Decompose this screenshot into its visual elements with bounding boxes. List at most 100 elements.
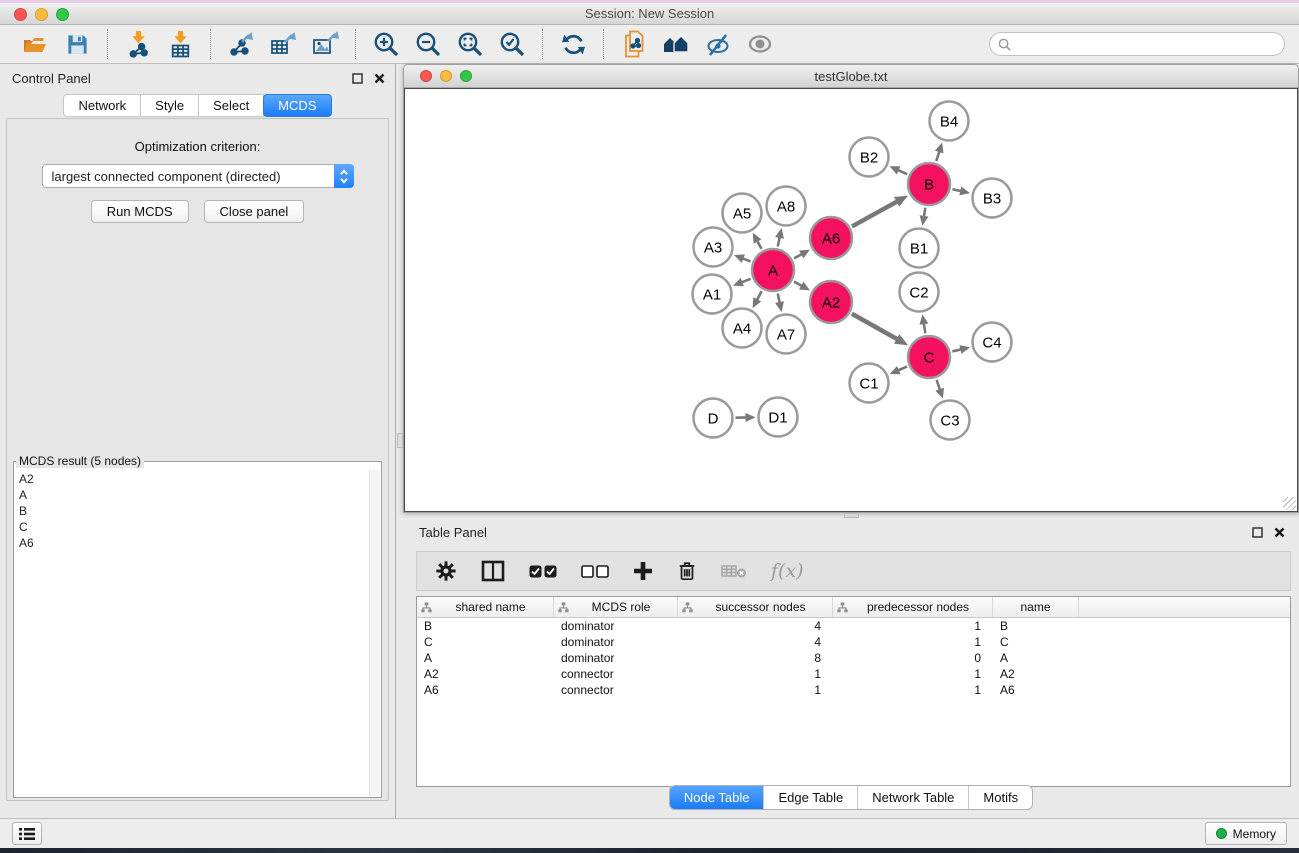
cell-MCDS-role[interactable]: connector [554, 683, 678, 697]
delete-entry-icon[interactable] [677, 560, 697, 582]
cell-MCDS-role[interactable]: connector [554, 667, 678, 681]
result-item[interactable]: A6 [19, 535, 364, 551]
export-image-icon[interactable] [309, 28, 341, 60]
zoom-out-icon[interactable] [412, 28, 444, 60]
app-titlebar: Session: New Session [0, 0, 1299, 25]
result-item[interactable]: A2 [19, 471, 364, 487]
cell-successor-nodes[interactable]: 4 [678, 619, 833, 633]
memory-button[interactable]: Memory [1205, 822, 1287, 845]
close-panel-button[interactable]: Close panel [204, 200, 305, 223]
save-session-icon[interactable] [61, 28, 93, 60]
table-row: Bdominator41B [417, 618, 1290, 634]
node-label-D1: D1 [768, 410, 787, 427]
cell-name[interactable]: C [993, 635, 1079, 649]
network-canvas[interactable]: B4B2BB3A8A5A6A3B1AA1C2A2A4A7C4CC1C3DD1 [405, 89, 1299, 513]
close-table-panel-icon[interactable] [1274, 525, 1285, 543]
import-network-icon[interactable] [122, 28, 154, 60]
hide-selected-icon[interactable] [702, 28, 734, 60]
deselect-all-checks-icon[interactable] [581, 565, 609, 578]
zoom-selected-icon[interactable] [496, 28, 528, 60]
run-mcds-button[interactable]: Run MCDS [91, 200, 189, 223]
show-all-icon[interactable] [744, 28, 776, 60]
cell-shared-name[interactable]: C [417, 635, 554, 649]
cell-shared-name[interactable]: B [417, 619, 554, 633]
export-network-icon[interactable] [225, 28, 257, 60]
table-settings-icon[interactable] [435, 560, 457, 582]
cell-successor-nodes[interactable]: 1 [678, 683, 833, 697]
tab-motifs[interactable]: Motifs [968, 786, 1032, 809]
cell-shared-name[interactable]: A6 [417, 683, 554, 697]
cell-shared-name[interactable]: A2 [417, 667, 554, 681]
control-panel-title: Control Panel [12, 71, 91, 86]
tab-edge-table[interactable]: Edge Table [763, 786, 857, 809]
search-input[interactable] [1016, 36, 1276, 52]
task-history-button[interactable] [12, 822, 42, 845]
cell-name[interactable]: B [993, 619, 1079, 633]
edge-A6-B[interactable] [852, 201, 898, 227]
table-body: Bdominator41BCdominator41CAdominator80AA… [417, 618, 1290, 698]
cell-MCDS-role[interactable]: dominator [554, 619, 678, 633]
cell-successor-nodes[interactable]: 8 [678, 651, 833, 665]
tab-mcds[interactable]: MCDS [263, 94, 331, 117]
close-panel-icon[interactable] [374, 71, 385, 89]
column-header-name[interactable]: name [993, 597, 1079, 617]
float-table-panel-icon[interactable] [1252, 525, 1263, 543]
cell-predecessor-nodes[interactable]: 1 [833, 635, 993, 649]
float-panel-icon[interactable] [352, 71, 363, 89]
network-canvas-frame: B4B2BB3A8A5A6A3B1AA1C2A2A4A7C4CC1C3DD1 [404, 88, 1298, 512]
edge-arrowhead [959, 187, 970, 196]
window-resize-grip[interactable] [1283, 497, 1296, 510]
zoom-in-icon[interactable] [370, 28, 402, 60]
cell-predecessor-nodes[interactable]: 0 [833, 651, 993, 665]
result-item[interactable]: B [19, 503, 364, 519]
application-window: Session: New Session [0, 0, 1299, 853]
result-list-scrollbar[interactable] [369, 470, 380, 796]
node-label-D: D [708, 411, 719, 428]
select-stepper-icon [334, 164, 354, 188]
cell-shared-name[interactable]: A [417, 651, 554, 665]
status-bar: Memory [0, 818, 1299, 848]
node-label-A3: A3 [704, 240, 722, 257]
show-columns-icon[interactable] [481, 560, 505, 582]
zoom-fit-icon[interactable] [454, 28, 486, 60]
cell-predecessor-nodes[interactable]: 1 [833, 619, 993, 633]
delete-table-icon[interactable] [721, 563, 747, 579]
edge-arrowhead [745, 413, 755, 422]
edge-A2-C[interactable] [852, 314, 899, 340]
select-all-checks-icon[interactable] [529, 565, 557, 578]
tab-select[interactable]: Select [198, 94, 264, 117]
cell-predecessor-nodes[interactable]: 1 [833, 683, 993, 697]
column-header-predecessor-nodes[interactable]: predecessor nodes [833, 597, 993, 617]
result-item[interactable]: C [19, 519, 364, 535]
export-table-icon[interactable] [267, 28, 299, 60]
vertical-splitter-handle[interactable] [397, 433, 403, 448]
tab-network-table[interactable]: Network Table [857, 786, 968, 809]
cell-name[interactable]: A2 [993, 667, 1079, 681]
cell-predecessor-nodes[interactable]: 1 [833, 667, 993, 681]
column-header-MCDS-role[interactable]: MCDS role [554, 597, 678, 617]
cell-successor-nodes[interactable]: 1 [678, 667, 833, 681]
tab-network[interactable]: Network [63, 94, 141, 117]
home-icon[interactable] [660, 28, 692, 60]
cell-MCDS-role[interactable]: dominator [554, 651, 678, 665]
search-field[interactable] [989, 32, 1285, 56]
add-entry-icon[interactable] [633, 561, 653, 581]
tab-style[interactable]: Style [140, 94, 199, 117]
tab-node-table[interactable]: Node Table [670, 786, 764, 809]
cell-successor-nodes[interactable]: 4 [678, 635, 833, 649]
cell-MCDS-role[interactable]: dominator [554, 635, 678, 649]
column-header-shared-name[interactable]: shared name [417, 597, 554, 617]
node-label-A8: A8 [777, 199, 795, 216]
cell-name[interactable]: A [993, 651, 1079, 665]
function-builder-icon[interactable]: f(x) [771, 560, 804, 582]
optimization-criterion-select[interactable]: largest connected component (directed) [42, 164, 354, 188]
column-header-successor-nodes[interactable]: successor nodes [678, 597, 833, 617]
cell-name[interactable]: A6 [993, 683, 1079, 697]
memory-label: Memory [1233, 827, 1276, 841]
clone-network-icon[interactable] [618, 28, 650, 60]
result-item[interactable]: A [19, 487, 364, 503]
refresh-icon[interactable] [557, 28, 589, 60]
import-table-icon[interactable] [164, 28, 196, 60]
control-panel-tabs: NetworkStyleSelectMCDS [0, 94, 395, 117]
open-file-icon[interactable] [19, 28, 51, 60]
